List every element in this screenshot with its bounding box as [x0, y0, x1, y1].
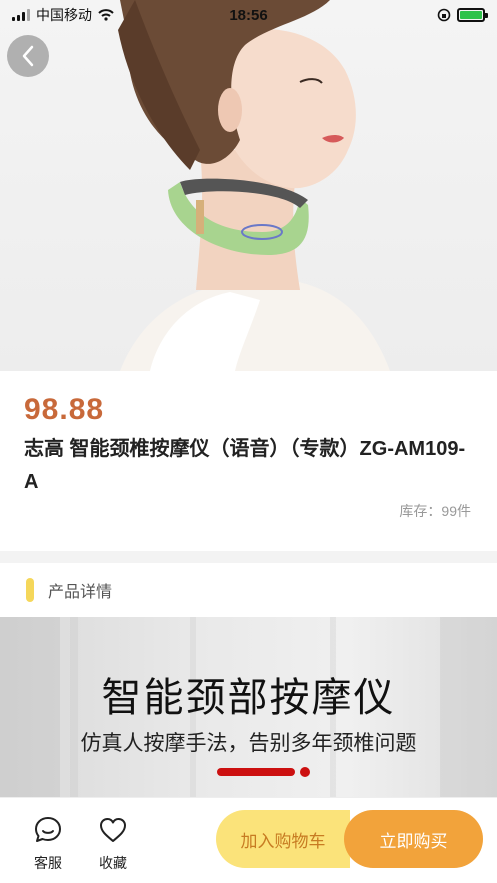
chat-bubble-icon	[35, 817, 61, 842]
chevron-left-icon	[22, 45, 34, 67]
detail-section-label: 产品详情	[48, 584, 113, 601]
status-left: 中国移动	[12, 5, 114, 25]
clock: 18:56	[229, 6, 268, 24]
back-button[interactable]	[7, 35, 49, 77]
customer-service-label: 客服	[34, 855, 62, 871]
detail-banner: 智能颈部按摩仪 仿真人按摩手法，告别多年颈椎问题	[0, 617, 497, 797]
customer-service-button[interactable]: 客服	[23, 814, 73, 873]
status-right	[437, 8, 488, 22]
purchase-button-group: 加入购物车 立即购买	[216, 810, 483, 868]
orientation-lock-icon	[437, 8, 451, 22]
product-image	[0, 0, 497, 371]
product-photo	[118, 0, 390, 371]
bottom-action-bar: 客服 收藏 加入购物车 立即购买	[0, 797, 497, 883]
banner-accent-line	[217, 768, 295, 776]
section-divider	[0, 551, 497, 563]
favorite-button[interactable]: 收藏	[88, 814, 138, 873]
add-to-cart-button[interactable]: 加入购物车	[216, 810, 350, 868]
product-info: 98.88 志高 智能颈椎按摩仪（语音）（专款）ZG-AM109-A 库存：99…	[0, 371, 497, 551]
stock-count: 库存：99件	[399, 503, 471, 519]
detail-section-header: 产品详情	[0, 563, 497, 617]
favorite-label: 收藏	[99, 855, 127, 871]
signal-icon	[12, 9, 30, 21]
product-title: 志高 智能颈椎按摩仪（语音）（专款）ZG-AM109-A	[24, 438, 466, 493]
banner-accent-dot	[300, 767, 310, 777]
section-accent-bar	[26, 578, 34, 602]
heart-icon	[100, 818, 126, 842]
status-bar: 中国移动 18:56	[0, 0, 497, 30]
battery-icon	[457, 8, 488, 22]
banner-subtitle: 仿真人按摩手法，告别多年颈椎问题	[80, 732, 417, 755]
banner-title: 智能颈部按摩仪	[101, 676, 396, 720]
product-price: 98.88	[24, 393, 105, 426]
carrier-name: 中国移动	[36, 7, 92, 23]
wifi-icon	[98, 9, 114, 21]
buy-now-button[interactable]: 立即购买	[344, 810, 483, 868]
